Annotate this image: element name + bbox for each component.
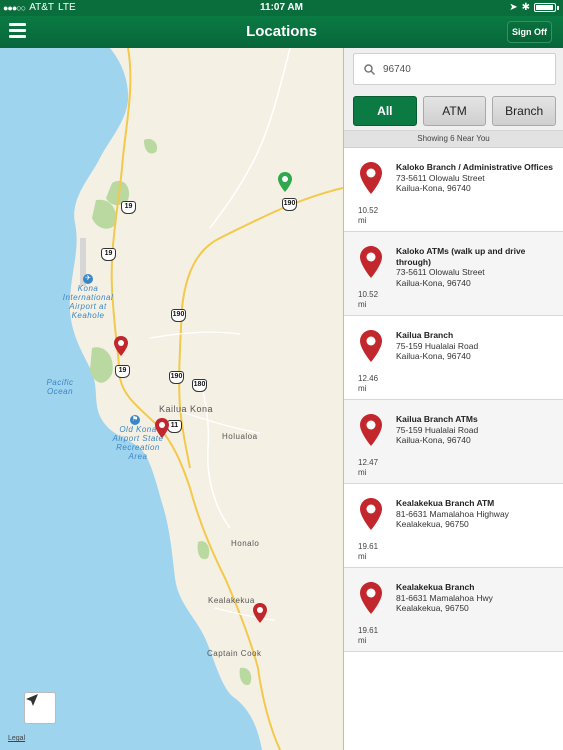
location-street: 81-6631 Mamalahoa Hwy (396, 592, 493, 603)
route-shield: 19 (121, 201, 136, 214)
location-services-icon: ➤ (509, 2, 518, 13)
route-shield: 190 (171, 309, 186, 322)
distance: 10.52 mi (358, 290, 379, 309)
filter-segment: All ATM Branch (353, 96, 557, 126)
location-row[interactable]: 10.52 mi Kaloko Branch / Administrative O… (344, 148, 563, 232)
map-view[interactable]: 19 190 19 190 19 190 180 11 Kona Interna… (0, 48, 343, 750)
battery-icon (534, 3, 556, 12)
distance: 12.46 mi (358, 374, 379, 393)
map-canvas (69, 48, 343, 750)
location-pin-icon (360, 414, 382, 446)
location-street: 73-5611 Olowalu Street (396, 172, 485, 183)
location-pin-icon (360, 582, 382, 614)
location-city: Kealakekua, 96750 (396, 519, 469, 529)
location-pin-icon (360, 246, 382, 278)
location-street: 75-159 Hualalai Road (396, 340, 479, 351)
filter-atm-button[interactable]: ATM (422, 96, 487, 126)
location-name: Kailua Branch ATMs (396, 414, 478, 424)
park-icon: ⚑ (130, 415, 140, 425)
location-city: Kailua-Kona, 96740 (396, 277, 471, 288)
legal-link[interactable]: Legal (8, 735, 25, 742)
location-row[interactable]: 12.46 mi Kailua Branch 75-159 Hualalai Ro… (344, 316, 563, 400)
filter-branch-button[interactable]: Branch (492, 96, 557, 126)
location-name: Kaloko ATMs (walk up and drive through) (396, 246, 526, 267)
search-area: All ATM Branch (344, 48, 563, 130)
route-shield: 11 (167, 420, 182, 433)
location-street: 73-5611 Olowalu Street (396, 267, 485, 277)
page-title: Locations (246, 23, 317, 40)
map-pin-red[interactable] (114, 336, 128, 356)
sign-off-button[interactable]: Sign Off (507, 21, 552, 43)
location-pin-icon (360, 498, 382, 530)
location-row[interactable]: 19.61 mi Kealakekua Branch ATM 81-6631 Ma… (344, 484, 563, 568)
bluetooth-icon: ✱ (521, 2, 530, 13)
location-street: 81-6631 Mamalahoa Highway (396, 508, 509, 519)
location-arrow-icon (26, 694, 38, 706)
search-field[interactable] (353, 53, 556, 85)
town-label: Kealakekua (208, 596, 255, 605)
airport-label: Kona International Airport at Keahole (62, 284, 114, 320)
airport-icon: ✈ (83, 274, 93, 284)
distance: 12.47 mi (358, 458, 379, 477)
route-shield: 190 (282, 198, 297, 211)
filter-all-button[interactable]: All (353, 96, 417, 126)
distance: 19.61 mi (358, 542, 379, 561)
location-pin-icon (360, 162, 382, 194)
nav-bar: Locations Sign Off (0, 16, 563, 48)
location-pin-icon (360, 330, 382, 362)
location-row[interactable]: 10.52 mi Kaloko ATMs (walk up and drive t… (344, 232, 563, 316)
location-name: Kaloko Branch / Administrative Offices (396, 162, 553, 172)
location-name: Kealakekua Branch ATM (396, 498, 495, 508)
current-location-button[interactable] (24, 692, 56, 724)
town-label: Honalo (231, 539, 260, 548)
map-pin-green[interactable] (278, 172, 292, 192)
location-city: Kailua-Kona, 96740 (396, 351, 471, 361)
route-shield: 19 (101, 248, 116, 261)
land-area (69, 48, 343, 750)
distance: 10.52 mi (358, 206, 379, 225)
location-city: Kailua-Kona, 96740 (396, 183, 471, 193)
ocean-label: Pacific Ocean (46, 378, 74, 396)
search-input[interactable] (383, 63, 533, 75)
locations-panel: All ATM Branch Showing 6 Near You 10.52m… (343, 48, 563, 750)
status-bar: ●●●○○ AT&T LTE 11:07 AM ➤ ✱ (0, 0, 563, 16)
location-name: Kailua Branch (396, 330, 454, 340)
town-label: Kailua Kona (159, 404, 214, 414)
location-row[interactable]: 19.61 mi Kealakekua Branch 81-6631 Mamala… (344, 568, 563, 652)
route-shield: 180 (192, 379, 207, 392)
results-count: Showing 6 Near You (344, 130, 563, 148)
distance: 19.61 mi (358, 626, 379, 645)
location-street: 75-159 Hualalai Road (396, 424, 479, 435)
location-city: Kailua-Kona, 96740 (396, 435, 471, 445)
location-city: Kealakekua, 96750 (396, 603, 469, 613)
route-shield: 19 (115, 365, 130, 378)
route-shield: 190 (169, 371, 184, 384)
location-name: Kealakekua Branch (396, 582, 475, 592)
town-label: Captain Cook (207, 649, 262, 658)
location-row[interactable]: 12.47 mi Kailua Branch ATMs 75-159 Hualal… (344, 400, 563, 484)
map-pin-red[interactable] (155, 418, 169, 438)
location-list: 10.52 mi Kaloko Branch / Administrative O… (344, 148, 563, 652)
status-time: 11:07 AM (260, 2, 303, 13)
map-pin-red[interactable] (253, 603, 267, 623)
town-label: Holualoa (222, 432, 258, 441)
search-icon (364, 63, 375, 75)
